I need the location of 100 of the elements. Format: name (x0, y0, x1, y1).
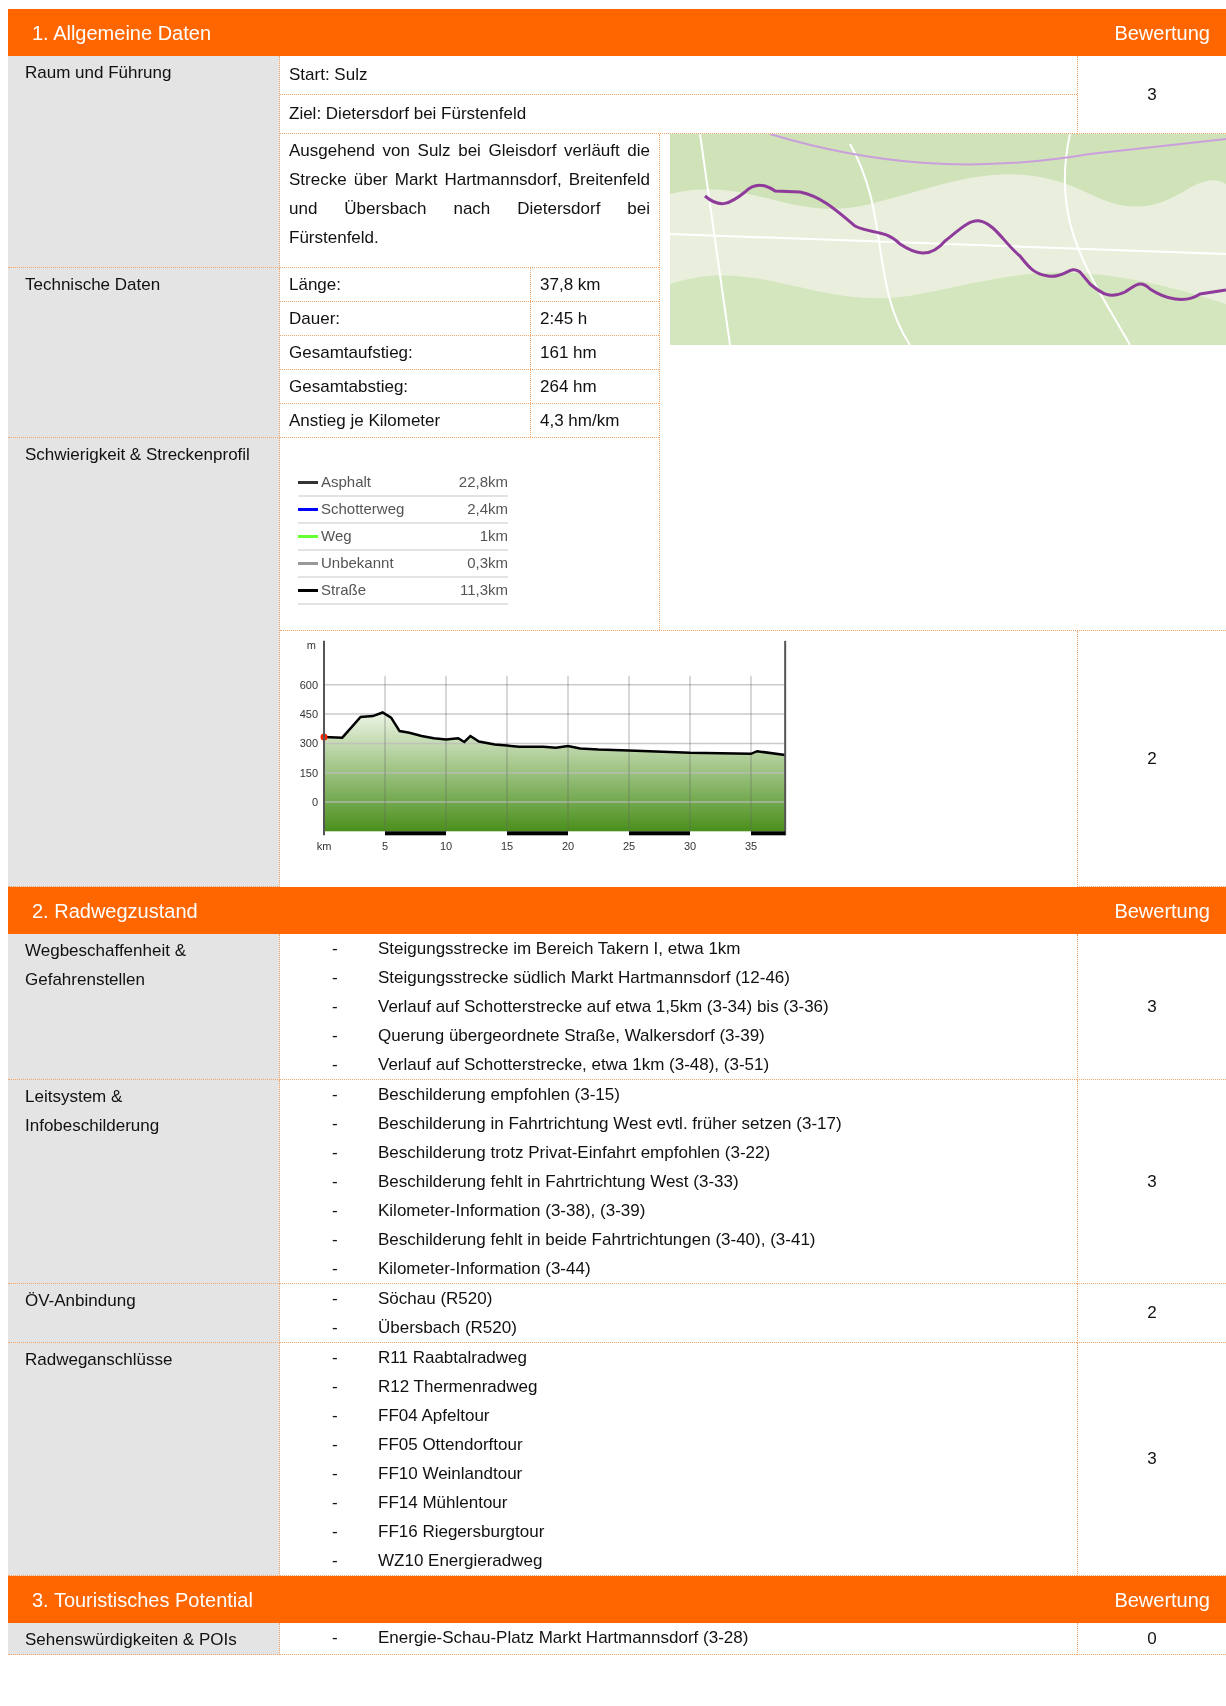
list-item-text: FF04 Apfeltour (378, 1405, 490, 1427)
section-title: 1. Allgemeine Daten (32, 20, 211, 46)
list-dash: - (332, 996, 339, 1018)
row-label: ÖV-Anbindung (25, 1290, 137, 1312)
list-dash: - (332, 1229, 339, 1251)
start-text: Start: Sulz (289, 64, 368, 87)
list-item-text: R12 Thermenradweg (378, 1376, 538, 1398)
x-axis-label: km (316, 840, 332, 853)
list-item-text: Söchau (R520) (378, 1288, 493, 1310)
list-item-text: Energie-Schau-Platz Markt Hartmannsdorf (3-28) (378, 1627, 749, 1649)
rating-value: 3 (1147, 83, 1157, 106)
legend-value: 11,3km (459, 580, 508, 601)
list-dash: - (332, 1627, 339, 1649)
axis-tick-label: 25 (622, 840, 636, 853)
list-item-text: FF05 Ottendorftour (378, 1434, 523, 1456)
data-value-text: 2:45 h (540, 307, 588, 330)
list-dash: - (332, 1258, 339, 1280)
rating-header: Bewertung (1114, 1587, 1210, 1613)
axis-tick-label: 20 (561, 840, 575, 853)
axis-tick-label: 15 (500, 840, 514, 853)
section-title: 3. Touristisches Potential (32, 1587, 253, 1613)
row-label: Schwierigkeit & Streckenprofil (25, 444, 251, 466)
rating-value: 3 (1147, 1170, 1157, 1193)
axis-tick-label: 300 (299, 737, 318, 750)
axis-tick-label: 0 (311, 796, 318, 808)
rating-value: 2 (1147, 1302, 1157, 1325)
rating-value: 3 (1147, 995, 1157, 1018)
list-item-text: Verlauf auf Schotterstrecke auf etwa 1,5km (3-34) bis (3-36) (378, 996, 829, 1018)
data-name-text: Länge: (289, 273, 341, 296)
data-value-text: 37,8 km (540, 273, 601, 296)
list-dash: - (332, 1200, 339, 1222)
legend-label: Schotterweg (321, 499, 406, 520)
legend-value: 22,8km (458, 472, 508, 493)
legend-label: Asphalt (321, 472, 373, 493)
axis-tick-label: 5 (381, 840, 389, 853)
list-item-text: R11 Raabtalradweg (378, 1347, 527, 1369)
rating-header: Bewertung (1114, 20, 1210, 46)
list-dash: - (332, 938, 339, 960)
list-dash: - (332, 1492, 339, 1514)
row-label: Wegbeschaffenheit & Gefahrenstellen (25, 940, 187, 991)
data-name-text: Gesamtabstieg: (289, 375, 409, 398)
goal-text: Ziel: Dietersdorf bei Fürstenfeld (289, 103, 527, 126)
list-item-text: Kilometer-Information (3-44) (378, 1258, 591, 1280)
list-dash: - (332, 1434, 339, 1456)
axis-tick-label: 450 (299, 708, 318, 721)
list-item-text: FF10 Weinlandtour (378, 1463, 523, 1485)
list-item-text: Beschilderung fehlt in Fahrtrichtung West (3-33) (378, 1171, 739, 1193)
legend-label: Weg (321, 526, 353, 547)
list-item-text: Querung übergeordnete Straße, Walkersdorf (3-39) (378, 1025, 765, 1047)
list-dash: - (332, 1550, 339, 1572)
rating-header: Bewertung (1114, 898, 1210, 924)
data-name-text: Anstieg je Kilometer (289, 409, 441, 432)
list-item-text: Beschilderung fehlt in beide Fahrtrichtungen (3-40), (3-41) (378, 1229, 816, 1251)
route-description: Ausgehend von Sulz bei Gleisdorf verläuft die Strecke über Markt Hartmannsdorf, Breitenfeld und Übersbach nach Dietersdorf bei Fürstenfeld. (289, 140, 650, 249)
legend-value: 1km (479, 526, 508, 547)
legend-value: 0,3km (467, 553, 508, 574)
list-item-text: Kilometer-Information (3-38), (3-39) (378, 1200, 646, 1222)
y-axis-label: m (306, 638, 316, 651)
row-label: Sehenswürdigkeiten & POIs (25, 1629, 238, 1651)
section-title: 2. Radwegzustand (32, 898, 198, 924)
list-dash: - (332, 1317, 339, 1339)
legend-value: 2,4km (467, 499, 508, 520)
list-item-text: Beschilderung in Fahrtrichtung West evtl. früher setzen (3-17) (378, 1113, 842, 1135)
list-dash: - (332, 1288, 339, 1310)
list-dash: - (332, 1084, 339, 1106)
list-dash: - (332, 1025, 339, 1047)
list-dash: - (332, 1405, 339, 1427)
rating-value: 2 (1147, 747, 1157, 770)
axis-tick-label: 10 (439, 840, 453, 853)
list-item-text: Übersbach (R520) (378, 1317, 517, 1339)
list-dash: - (332, 1113, 339, 1135)
row-label: Leitsystem & Infobeschilderung (25, 1086, 161, 1137)
list-dash: - (332, 1521, 339, 1543)
legend-label: Straße (321, 580, 367, 601)
rating-value: 0 (1147, 1627, 1157, 1650)
axis-tick-label: 600 (299, 678, 318, 691)
list-dash: - (332, 1347, 339, 1369)
data-name-text: Dauer: (289, 307, 341, 330)
list-dash: - (332, 1142, 339, 1164)
row-label: Technische Daten (25, 274, 162, 296)
list-item-text: WZ10 Energieradweg (378, 1550, 543, 1572)
list-item-text: Steigungsstrecke im Bereich Takern I, etwa 1km (378, 938, 741, 960)
data-value-text: 161 hm (540, 341, 597, 364)
list-item-text: FF16 Riegersburgtour (378, 1521, 545, 1543)
data-name-text: Gesamtaufstieg: (289, 341, 413, 364)
row-label: Radweganschlüsse (25, 1349, 174, 1371)
list-dash: - (332, 1171, 339, 1193)
list-item-text: Steigungsstrecke südlich Markt Hartmannsdorf (12-46) (378, 967, 790, 989)
axis-tick-label: 35 (744, 840, 758, 853)
row-label: Raum und Führung (25, 62, 173, 84)
list-dash: - (332, 1054, 339, 1076)
axis-tick-label: 150 (299, 766, 318, 779)
data-value-text: 264 hm (540, 375, 597, 398)
legend-label: Unbekannt (321, 553, 395, 574)
rating-value: 3 (1147, 1448, 1157, 1471)
list-dash: - (332, 1376, 339, 1398)
data-value-text: 4,3 hm/km (540, 409, 620, 432)
axis-tick-label: 30 (683, 840, 697, 853)
list-dash: - (332, 967, 339, 989)
list-dash: - (332, 1463, 339, 1485)
